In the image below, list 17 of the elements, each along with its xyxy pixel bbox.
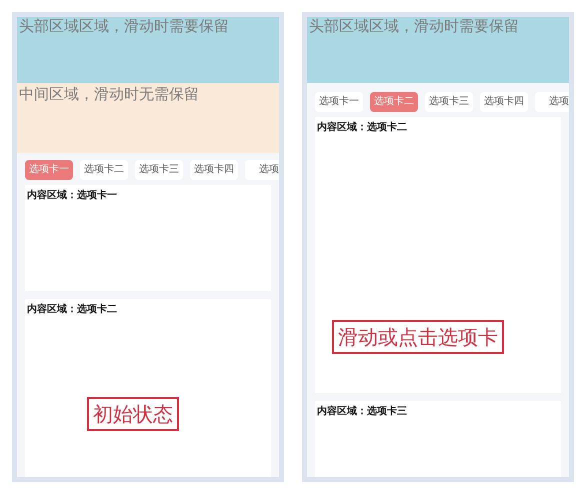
tab[interactable]: 选项卡三 <box>425 92 473 112</box>
annotation-label: 滑动或点击选项卡 <box>332 320 504 354</box>
tab[interactable]: 选项 <box>245 160 279 180</box>
tab[interactable]: 选项 <box>535 92 569 112</box>
middle-area: 中间区域，滑动时无需保留 <box>17 83 279 153</box>
tab[interactable]: 选项卡三 <box>135 160 183 180</box>
tab[interactable]: 选项卡二 <box>80 160 128 180</box>
card-title: 内容区域：选项卡一 <box>27 190 117 201</box>
header-area: 头部区域区域，滑动时需要保留 <box>17 17 279 83</box>
card-title: 内容区域：选项卡三 <box>317 406 407 417</box>
tab[interactable]: 选项卡四 <box>480 92 528 112</box>
card-title: 内容区域：选项卡二 <box>317 122 407 133</box>
card-title: 内容区域：选项卡二 <box>27 304 117 315</box>
tab[interactable]: 选项卡四 <box>190 160 238 180</box>
tab[interactable]: 选项卡一 <box>315 92 363 112</box>
header-area: 头部区域区域，滑动时需要保留 <box>307 17 569 83</box>
annotation-label: 初始状态 <box>87 397 179 431</box>
